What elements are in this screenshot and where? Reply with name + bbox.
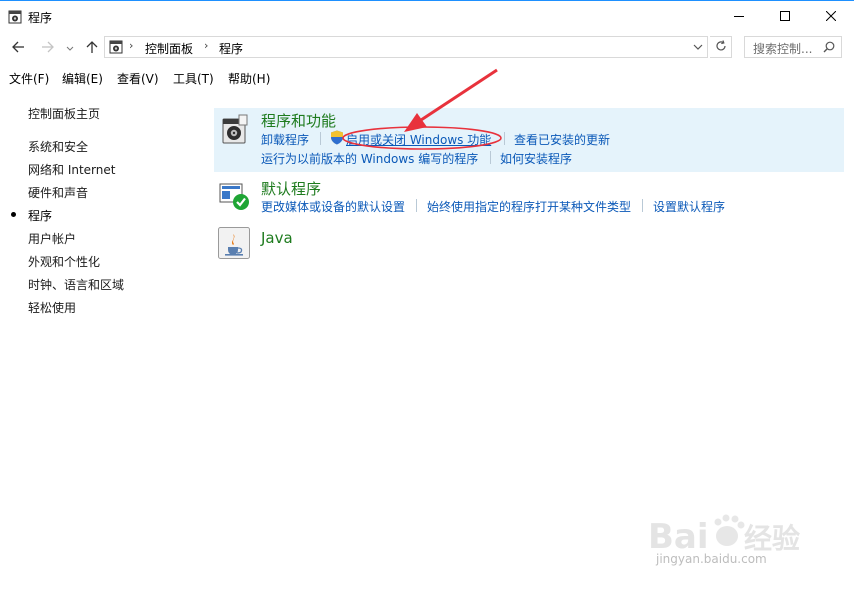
chevron-down-icon <box>66 41 74 55</box>
control-panel-app-icon <box>8 10 22 24</box>
breadcrumb-programs[interactable]: 程序 <box>219 40 243 57</box>
link-how-to-install[interactable]: 如何安装程序 <box>500 150 572 167</box>
link-uninstall-program[interactable]: 卸载程序 <box>261 131 309 148</box>
link-separator <box>490 151 491 164</box>
uac-shield-icon <box>330 130 344 145</box>
maximize-icon <box>780 10 790 24</box>
address-bar[interactable]: › 控制面板 › 程序 <box>104 36 708 58</box>
menu-edit[interactable]: 编辑(E) <box>62 70 103 87</box>
link-set-default-programs[interactable]: 设置默认程序 <box>653 198 725 215</box>
svg-text:Bai: Bai <box>648 517 709 557</box>
recent-locations-button[interactable] <box>63 38 77 58</box>
address-history-dropdown[interactable] <box>693 40 703 57</box>
control-panel-icon <box>109 40 123 54</box>
link-separator <box>642 199 643 212</box>
sidebar-item-appearance[interactable]: 外观和个性化 <box>28 253 100 270</box>
sidebar-item-ease-of-access[interactable]: 轻松使用 <box>28 299 76 316</box>
menu-tools[interactable]: 工具(T) <box>173 70 214 87</box>
breadcrumb-separator-icon: › <box>204 39 209 52</box>
back-button[interactable] <box>8 38 28 58</box>
search-placeholder: 搜索控制... <box>753 42 813 56</box>
refresh-button[interactable] <box>710 36 732 58</box>
baidu-jingyan-watermark: Bai 经验 <box>648 514 800 557</box>
link-run-older-programs[interactable]: 运行为以前版本的 Windows 编写的程序 <box>261 150 478 167</box>
minimize-button[interactable] <box>716 2 762 32</box>
link-separator <box>416 199 417 212</box>
sidebar-item-programs[interactable]: 程序 <box>28 207 52 224</box>
sidebar-item-user-accounts[interactable]: 用户帐户 <box>28 230 76 247</box>
default-programs-icon[interactable] <box>219 181 251 213</box>
sidebar-item-hardware-sound[interactable]: 硬件和声音 <box>28 184 88 201</box>
up-button[interactable] <box>82 38 102 58</box>
link-turn-windows-features[interactable]: 启用或关闭 Windows 功能 <box>346 131 491 148</box>
breadcrumb-separator-icon: › <box>129 39 134 52</box>
link-separator <box>320 132 321 145</box>
link-view-installed-updates[interactable]: 查看已安装的更新 <box>514 131 610 148</box>
programs-features-icon[interactable] <box>219 113 251 145</box>
window-title: 程序 <box>28 11 53 25</box>
menu-view[interactable]: 查看(V) <box>117 70 159 87</box>
red-annotation-arrow <box>342 68 502 150</box>
forward-button[interactable] <box>38 38 58 58</box>
sidebar-item-system-security[interactable]: 系统和安全 <box>28 138 88 155</box>
menu-bar: 文件(F) 编辑(E) 查看(V) 工具(T) 帮助(H) <box>0 68 854 88</box>
sidebar-home-link[interactable]: 控制面板主页 <box>28 105 100 122</box>
search-box[interactable]: 搜索控制... <box>744 36 842 58</box>
maximize-button[interactable] <box>762 2 808 32</box>
forward-arrow-icon <box>41 41 55 56</box>
sidebar-item-clock-language-region[interactable]: 时钟、语言和区域 <box>28 276 124 293</box>
svg-text:经验: 经验 <box>744 522 800 555</box>
sidebar-item-network-internet[interactable]: 网络和 Internet <box>28 161 115 178</box>
link-change-media-defaults[interactable]: 更改媒体或设备的默认设置 <box>261 198 405 215</box>
category-title-java[interactable]: Java <box>261 229 293 247</box>
java-icon[interactable] <box>218 227 250 259</box>
up-arrow-icon <box>86 40 98 57</box>
address-row: › 控制面板 › 程序 搜索控制... <box>0 34 854 62</box>
breadcrumb-control-panel[interactable]: 控制面板 <box>145 40 193 57</box>
selected-bullet-icon <box>11 212 16 217</box>
close-icon <box>825 10 837 24</box>
category-title-default-programs[interactable]: 默认程序 <box>261 178 321 199</box>
menu-help[interactable]: 帮助(H) <box>228 70 270 87</box>
title-bar: 程序 <box>0 1 854 32</box>
close-button[interactable] <box>808 2 854 32</box>
category-title-programs-features[interactable]: 程序和功能 <box>261 110 336 131</box>
menu-file[interactable]: 文件(F) <box>9 70 49 87</box>
refresh-icon <box>715 39 727 55</box>
watermark-url: jingyan.baidu.com <box>656 552 767 566</box>
minimize-icon <box>734 10 744 24</box>
link-always-use-program[interactable]: 始终使用指定的程序打开某种文件类型 <box>427 198 631 215</box>
link-separator <box>504 132 505 145</box>
back-arrow-icon <box>11 41 25 56</box>
search-icon[interactable] <box>823 41 835 56</box>
